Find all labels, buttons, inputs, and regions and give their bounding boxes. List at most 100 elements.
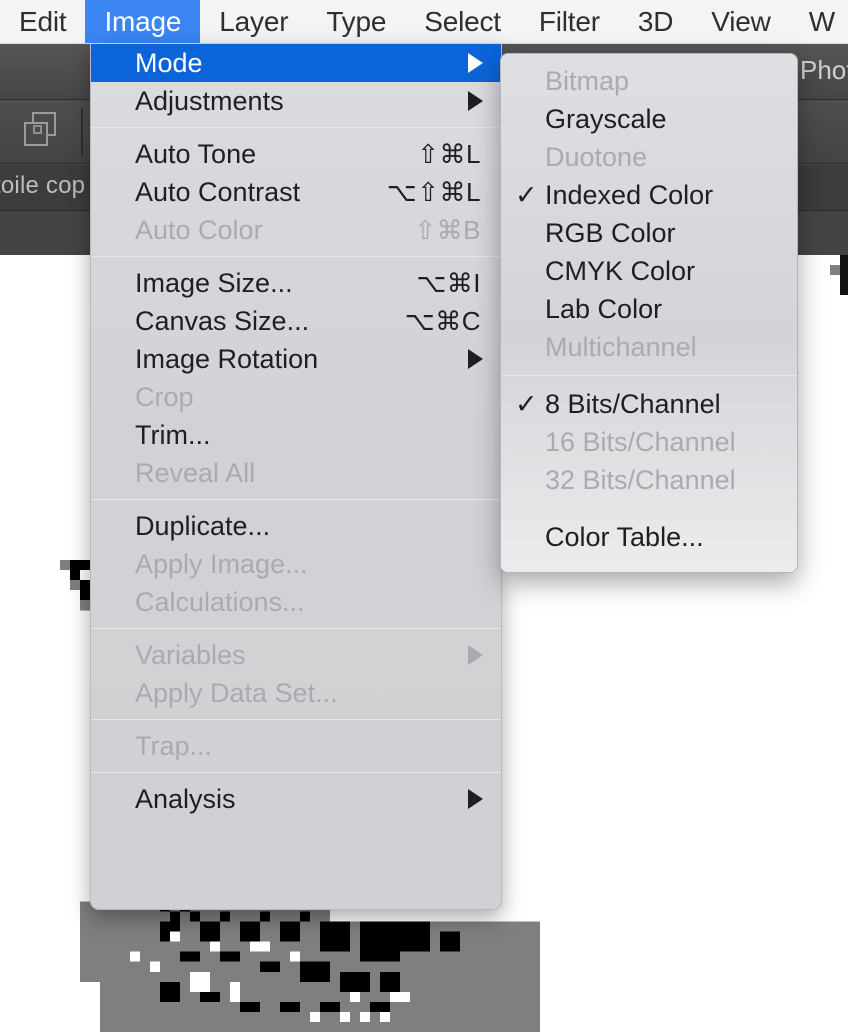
menu-item-label: Reveal All (135, 457, 256, 488)
menu-item-label: Color Table... (545, 521, 704, 552)
menu-item-mode[interactable]: Mode (91, 44, 501, 82)
menu-item-label: Image Rotation (135, 343, 319, 374)
menu-separator (501, 375, 797, 376)
menu-item-image-size[interactable]: Image Size... ⌥⌘I (91, 264, 501, 302)
menu-item-image-rotation[interactable]: Image Rotation (91, 340, 501, 378)
menu-item-label: RGB Color (545, 217, 676, 248)
menu-item-label: Crop (135, 381, 194, 412)
menubar-item-label: View (711, 5, 771, 37)
menubar-item-label: Select (424, 5, 501, 37)
menu-item-shortcut: ⇧⌘L (417, 138, 481, 169)
menu-item-label: Image Size... (135, 267, 293, 298)
submenu-arrow-icon (468, 53, 483, 73)
menu-item-adjustments[interactable]: Adjustments (91, 82, 501, 120)
menu-item-variables: Variables (91, 636, 501, 674)
menu-item-label: Analysis (135, 783, 236, 814)
menu-item-canvas-size[interactable]: Canvas Size... ⌥⌘C (91, 302, 501, 340)
menu-item-16-bits-channel: 16 Bits/Channel (501, 423, 797, 461)
menubar-item-view[interactable]: View (692, 0, 789, 43)
mode-submenu-dropdown[interactable]: Bitmap Grayscale Duotone ✓ Indexed Color RGB … (500, 53, 798, 573)
overlapping-frames-icon[interactable] (24, 112, 66, 154)
image-menu-dropdown[interactable]: Mode Adjustments Auto Tone ⇧⌘L Auto Contrast… (90, 44, 502, 910)
menu-item-reveal-all: Reveal All (91, 454, 501, 492)
dock-divider (81, 108, 83, 156)
menu-item-32-bits-channel: 32 Bits/Channel (501, 461, 797, 499)
menu-item-lab-color[interactable]: Lab Color (501, 290, 797, 328)
menu-separator (91, 628, 501, 629)
menubar-item-label: Edit (19, 5, 67, 37)
menu-item-label: Auto Color (135, 214, 263, 245)
menu-separator (91, 719, 501, 720)
menu-item-label: 32 Bits/Channel (545, 464, 736, 495)
menubar-item-3d[interactable]: 3D (619, 0, 692, 43)
checkmark-icon: ✓ (515, 388, 538, 419)
menu-item-color-table[interactable]: Color Table... (501, 518, 797, 556)
menu-item-duplicate[interactable]: Duplicate... (91, 507, 501, 545)
menu-item-label: Auto Contrast (135, 176, 301, 207)
menu-item-apply-image: Apply Image... (91, 545, 501, 583)
artwork-fragment-right (820, 255, 848, 295)
menu-item-label: Apply Data Set... (135, 677, 338, 708)
menu-item-duotone: Duotone (501, 138, 797, 176)
menu-separator (91, 127, 501, 128)
menu-item-multichannel: Multichannel (501, 328, 797, 366)
menu-separator (501, 508, 797, 509)
submenu-arrow-icon (468, 789, 483, 809)
menubar-item-label: Image (104, 5, 182, 37)
menu-item-label: Duotone (545, 141, 648, 172)
document-tab-label[interactable]: toile cop (0, 172, 85, 200)
menu-item-apply-data-set: Apply Data Set... (91, 674, 501, 712)
menu-item-trap: Trap... (91, 727, 501, 765)
menu-item-shortcut: ⌥⌘C (404, 305, 481, 336)
menu-item-label: Calculations... (135, 586, 305, 617)
menu-item-cmyk-color[interactable]: CMYK Color (501, 252, 797, 290)
menu-item-indexed-color[interactable]: ✓ Indexed Color (501, 176, 797, 214)
menu-separator (91, 499, 501, 500)
menu-item-bitmap: Bitmap (501, 62, 797, 100)
menu-item-label: Auto Tone (135, 138, 257, 169)
menu-item-auto-tone[interactable]: Auto Tone ⇧⌘L (91, 135, 501, 173)
menu-item-label: Apply Image... (135, 548, 308, 579)
app-name-label: Phot (800, 55, 848, 85)
menu-item-label: CMYK Color (545, 255, 696, 286)
menu-item-shortcut: ⌥⌘I (416, 267, 481, 298)
menu-item-8-bits-channel[interactable]: ✓ 8 Bits/Channel (501, 385, 797, 423)
menu-item-auto-color: Auto Color ⇧⌘B (91, 211, 501, 249)
menubar-item-label: Layer (219, 5, 289, 37)
menubar-item-w[interactable]: W (790, 0, 848, 43)
menu-item-label: Canvas Size... (135, 305, 310, 336)
menubar-item-label: W (808, 5, 835, 37)
menu-item-trim[interactable]: Trim... (91, 416, 501, 454)
menu-item-label: Adjustments (135, 85, 284, 116)
menu-item-label: 16 Bits/Channel (545, 426, 736, 457)
menubar-item-label: Type (326, 5, 387, 37)
menubar-item-filter[interactable]: Filter (520, 0, 619, 43)
menu-item-auto-contrast[interactable]: Auto Contrast ⌥⇧⌘L (91, 173, 501, 211)
menu-item-grayscale[interactable]: Grayscale (501, 100, 797, 138)
menu-bar[interactable]: Edit Image Layer Type Select Filter 3D View W (0, 0, 848, 44)
menu-item-label: Multichannel (545, 331, 697, 362)
screen: toile cop Phot Edit Image Layer Type Select F… (0, 0, 848, 1032)
menubar-item-label: Filter (538, 5, 600, 37)
menu-item-label: Grayscale (545, 103, 667, 134)
menu-item-analysis[interactable]: Analysis (91, 780, 501, 818)
menu-item-label: 8 Bits/Channel (545, 388, 721, 419)
submenu-arrow-icon (468, 91, 483, 111)
menu-item-shortcut: ⌥⇧⌘L (386, 176, 481, 207)
checkmark-icon: ✓ (515, 179, 538, 210)
menubar-item-type[interactable]: Type (307, 0, 405, 43)
submenu-arrow-icon (468, 349, 483, 369)
menu-item-label: Bitmap (545, 65, 630, 96)
menu-item-label: Trap... (135, 730, 213, 761)
menu-item-label: Variables (135, 639, 246, 670)
menubar-item-edit[interactable]: Edit (0, 0, 85, 43)
menu-item-rgb-color[interactable]: RGB Color (501, 214, 797, 252)
menu-item-calculations: Calculations... (91, 583, 501, 621)
menu-separator (91, 772, 501, 773)
menubar-item-image[interactable]: Image (85, 0, 201, 43)
menubar-item-select[interactable]: Select (405, 0, 520, 43)
submenu-arrow-icon (468, 645, 483, 665)
menu-separator (91, 256, 501, 257)
menu-item-label: Duplicate... (135, 510, 271, 541)
menubar-item-layer[interactable]: Layer (200, 0, 307, 43)
